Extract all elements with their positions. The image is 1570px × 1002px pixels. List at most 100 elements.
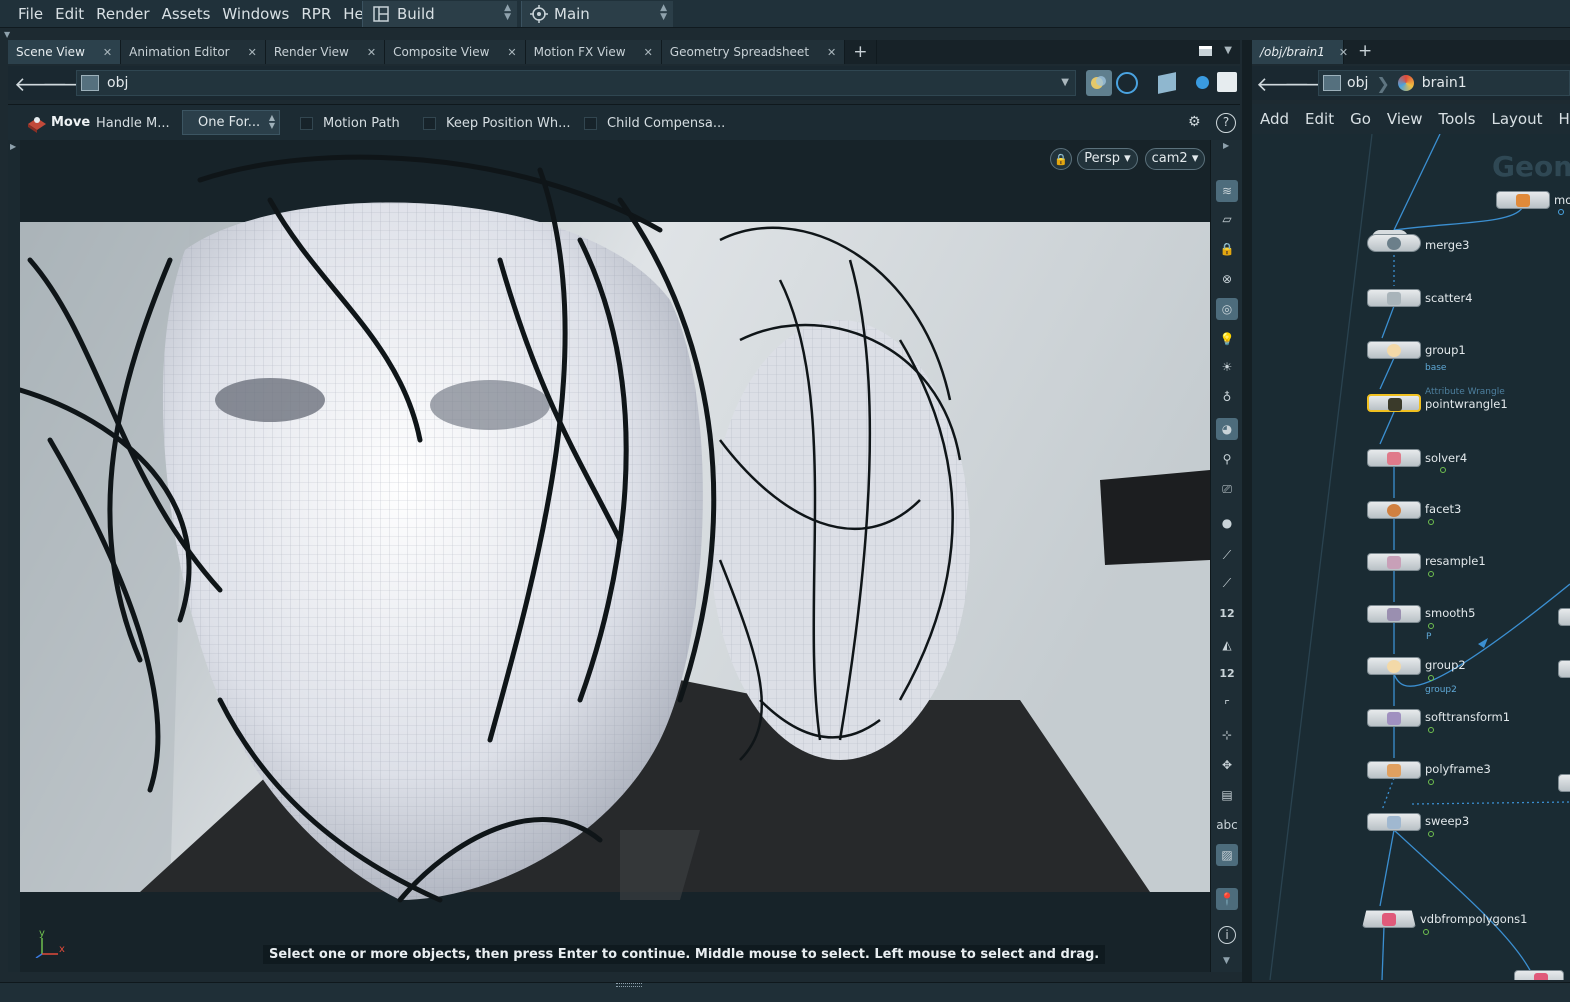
projection-menu[interactable]: Persp ▾: [1077, 148, 1138, 170]
close-icon[interactable]: ✕: [103, 46, 112, 59]
node-pointwrangle1[interactable]: [1367, 394, 1421, 412]
add-tab-button[interactable]: +: [845, 40, 877, 64]
handle-mode-menu[interactable]: Handle M...: [96, 116, 170, 131]
pin-icon[interactable]: 📍: [1216, 888, 1238, 910]
path-field[interactable]: obj ▼: [76, 70, 1076, 96]
info-icon[interactable]: i: [1218, 926, 1236, 944]
camera-view-icon[interactable]: ⎚: [1216, 478, 1238, 500]
point-icon[interactable]: ●: [1216, 512, 1238, 534]
menu-windows[interactable]: Windows: [216, 0, 295, 28]
node-offscreen[interactable]: [1558, 660, 1570, 678]
help-icon[interactable]: ?: [1216, 113, 1236, 133]
tab-animation-editor[interactable]: Animation Editor ✕: [121, 40, 266, 64]
network-editor[interactable]: Geom mo merge3 scatter4 group1 base Attr…: [1252, 134, 1570, 980]
tab-composite-view[interactable]: Composite View ✕: [385, 40, 526, 64]
child-compensate-checkbox[interactable]: [584, 117, 597, 130]
node-group1[interactable]: [1367, 341, 1421, 359]
tab-motion-fx-view[interactable]: Motion FX View ✕: [525, 40, 662, 64]
normal-icon[interactable]: ⟋: [1216, 544, 1238, 566]
node-resample1[interactable]: [1367, 553, 1421, 571]
net-menu-layout[interactable]: Layout: [1483, 110, 1550, 128]
shelf-set-selector[interactable]: Main ▲ ▼: [521, 1, 673, 27]
template-icon[interactable]: ▱: [1216, 208, 1238, 230]
light-bulb-icon[interactable]: 💡: [1216, 328, 1238, 350]
close-icon[interactable]: ✕: [1339, 46, 1348, 59]
arrow-down-icon[interactable]: ▼: [1223, 956, 1230, 966]
resize-grip-icon[interactable]: [616, 983, 642, 987]
pane-divider[interactable]: [1242, 40, 1252, 982]
close-icon[interactable]: ✕: [248, 46, 257, 59]
tab-render-view[interactable]: Render View ✕: [265, 40, 386, 64]
path-dropdown-icon[interactable]: ▼: [1061, 77, 1069, 88]
close-icon[interactable]: ✕: [644, 46, 653, 59]
motion-path-checkbox[interactable]: [300, 117, 313, 130]
handle-settings-icon[interactable]: ⚙: [1188, 114, 1206, 132]
node-softtransform1[interactable]: [1367, 709, 1421, 727]
node-merge3[interactable]: [1367, 234, 1421, 252]
visualizer-icon[interactable]: ⚲: [1216, 448, 1238, 470]
tab-geometry-spreadsheet[interactable]: Geometry Spreadsheet ✕: [661, 40, 846, 64]
prim-numbers-icon[interactable]: 12: [1216, 662, 1238, 684]
path-node[interactable]: brain1: [1422, 75, 1467, 91]
node-facet3[interactable]: [1367, 501, 1421, 519]
menu-file[interactable]: File: [0, 0, 49, 28]
node-vdbfrompolygons1[interactable]: [1362, 910, 1416, 928]
menu-render[interactable]: Render: [90, 0, 155, 28]
menu-rpr[interactable]: RPR: [295, 0, 337, 28]
ghost-objects-icon[interactable]: ≋: [1216, 180, 1238, 202]
arrow-right-icon[interactable]: ▶: [1223, 141, 1229, 150]
path-obj[interactable]: obj: [1347, 75, 1368, 91]
text-label-icon[interactable]: abc: [1216, 814, 1238, 836]
scene-viewport[interactable]: 🔒 Persp ▾ cam2 ▾ y x Select one or more …: [20, 140, 1210, 972]
node-sweep3[interactable]: [1367, 813, 1421, 831]
expand-arrow-icon[interactable]: ▶: [10, 142, 16, 151]
node-offscreen[interactable]: [1558, 608, 1570, 626]
network-path-field[interactable]: obj ❯ brain1: [1318, 70, 1570, 96]
node-offscreen[interactable]: [1514, 970, 1564, 980]
shading-sphere-icon[interactable]: [1196, 76, 1209, 89]
tab-obj-brain1[interactable]: /obj/brain1 ✕: [1252, 40, 1348, 64]
motion-path-option[interactable]: Motion Path: [300, 116, 400, 131]
vector-icon[interactable]: ✥: [1216, 754, 1238, 776]
collapse-arrow-icon[interactable]: ▼: [4, 30, 10, 39]
hide-icon[interactable]: ⊗: [1216, 268, 1238, 290]
node-polyframe3[interactable]: [1367, 761, 1421, 779]
menu-edit[interactable]: Edit: [49, 0, 90, 28]
point-numbers-icon[interactable]: 12: [1216, 602, 1238, 624]
cube-view-icon[interactable]: [1158, 72, 1176, 94]
add-tab-button[interactable]: +: [1358, 41, 1372, 61]
background-image-icon[interactable]: ▨: [1216, 844, 1238, 866]
transform-mode-select[interactable]: One For... ▲ ▼: [182, 110, 280, 135]
close-icon[interactable]: ✕: [827, 46, 836, 59]
net-menu-add[interactable]: Add: [1252, 110, 1297, 128]
node-mo[interactable]: [1496, 191, 1550, 209]
pane-menu-arrow-icon[interactable]: ▼: [1224, 45, 1232, 56]
lock-camera-icon[interactable]: 🔒: [1050, 148, 1072, 170]
tab-scene-view[interactable]: Scene View ✕: [8, 40, 122, 64]
close-icon[interactable]: ✕: [367, 46, 376, 59]
child-compensate-option[interactable]: Child Compensa...: [584, 116, 725, 131]
prim-normal-icon[interactable]: ◭: [1216, 634, 1238, 656]
edge-icon[interactable]: ⌜: [1216, 694, 1238, 716]
node-offscreen[interactable]: [1558, 774, 1570, 792]
net-menu-go[interactable]: Go: [1342, 110, 1379, 128]
net-menu-view[interactable]: View: [1379, 110, 1431, 128]
node-group2[interactable]: [1367, 657, 1421, 675]
keep-position-option[interactable]: Keep Position Wh...: [423, 116, 571, 131]
node-solver4[interactable]: [1367, 449, 1421, 467]
net-menu-edit[interactable]: Edit: [1297, 110, 1342, 128]
desktop-selector[interactable]: Build ▲ ▼: [362, 1, 517, 27]
node-scatter4[interactable]: [1367, 289, 1421, 307]
pane-layout-icon[interactable]: [1199, 46, 1212, 56]
camera-menu[interactable]: cam2 ▾: [1145, 148, 1205, 170]
menu-assets[interactable]: Assets: [156, 0, 217, 28]
headlight-icon[interactable]: ☀: [1216, 356, 1238, 378]
snapping-icon[interactable]: [1086, 70, 1112, 96]
vertex-normal-icon[interactable]: ⟋: [1216, 572, 1238, 594]
node-smooth5[interactable]: [1367, 605, 1421, 623]
net-menu-tools[interactable]: Tools: [1431, 110, 1484, 128]
shading-icon[interactable]: ◕: [1216, 418, 1238, 440]
display-mode-icon[interactable]: [1217, 72, 1237, 92]
keep-position-checkbox[interactable]: [423, 117, 436, 130]
uv-icon[interactable]: ⊹: [1216, 724, 1238, 746]
